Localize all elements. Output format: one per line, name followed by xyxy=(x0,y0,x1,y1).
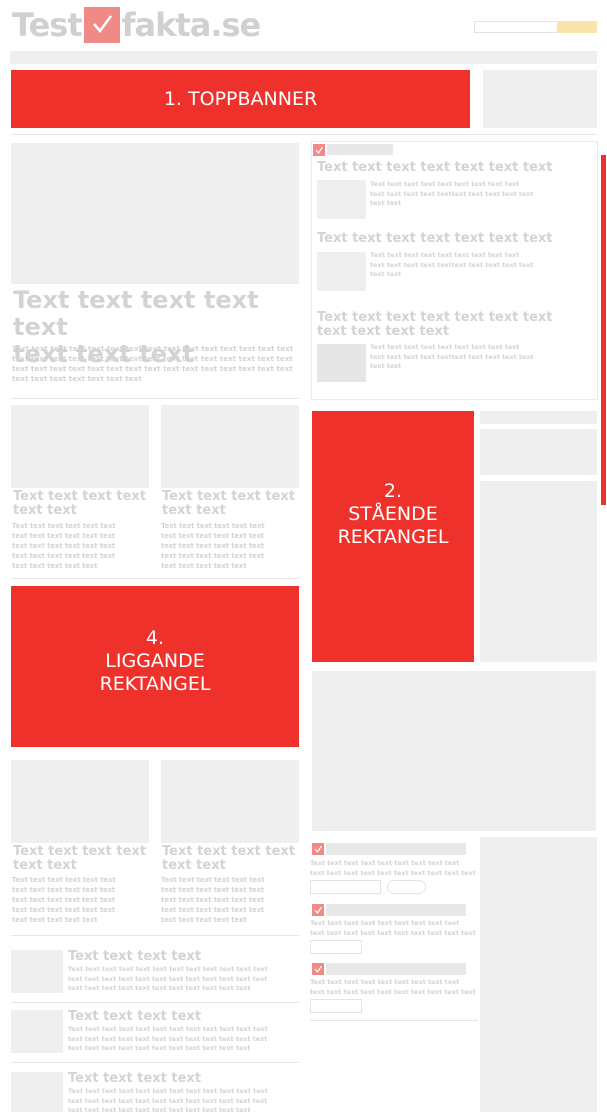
lying-rectangle-ad[interactable]: 4. LIGGANDE REKTANGEL xyxy=(11,586,299,747)
card-title[interactable]: Text text text text text text xyxy=(13,490,153,518)
list-item-title[interactable]: Text text text text xyxy=(68,1072,298,1086)
card-body: Text text text text text text text text … xyxy=(161,876,265,924)
sidebar-news-thumb[interactable] xyxy=(317,252,366,291)
side-ad-tall[interactable] xyxy=(480,481,597,662)
top-side-ad[interactable] xyxy=(483,70,597,128)
lying-rectangle-label-3: REKTANGEL xyxy=(99,673,211,695)
standing-rectangle-label-1: 2. xyxy=(383,480,403,502)
divider xyxy=(11,935,299,936)
divider xyxy=(11,1002,299,1003)
search-input[interactable] xyxy=(474,21,559,33)
list-item-body: Text text text text text text text text … xyxy=(68,1025,268,1052)
check-icon xyxy=(313,144,325,156)
list-item-thumb[interactable] xyxy=(11,1010,63,1053)
widget-text: Text text text text text text text text … xyxy=(310,859,476,877)
list-item-thumb[interactable] xyxy=(11,1072,63,1112)
list-item-title[interactable]: Text text text text xyxy=(68,1010,298,1024)
widget-header xyxy=(326,963,466,975)
standing-rectangle-ad[interactable]: 2. STÅENDE REKTANGEL xyxy=(312,411,474,662)
sidebar-news-thumb[interactable] xyxy=(317,180,366,219)
top-banner-label: 1. TOPPBANNER xyxy=(163,88,318,110)
search-button[interactable] xyxy=(557,21,597,33)
sidebar-news-header xyxy=(327,144,393,155)
widget-header xyxy=(326,843,466,855)
widget-text: Text text text text text text text text … xyxy=(310,919,476,937)
list-item-title[interactable]: Text text text text xyxy=(68,950,298,964)
check-icon xyxy=(83,7,120,43)
card-title[interactable]: Text text text text text text xyxy=(162,845,302,873)
list-item-thumb[interactable] xyxy=(11,950,63,993)
divider xyxy=(11,1062,299,1063)
widget-input[interactable] xyxy=(310,880,381,894)
card-image[interactable] xyxy=(161,760,299,843)
main-article-image[interactable] xyxy=(11,143,299,284)
widget-header xyxy=(326,904,466,916)
divider xyxy=(11,578,299,579)
site-logo[interactable]: Test fakta.se xyxy=(12,4,262,46)
nav-bar[interactable] xyxy=(10,51,597,64)
widget-text: Text text text text text text text text … xyxy=(310,978,476,996)
side-ad-small[interactable] xyxy=(480,411,597,424)
bottom-right-ad[interactable] xyxy=(480,837,597,1112)
card-title[interactable]: Text text text text text text xyxy=(13,845,153,873)
card-body: Text text text text text text text text … xyxy=(12,876,116,924)
side-ad-small[interactable] xyxy=(480,429,597,475)
scrollbar[interactable] xyxy=(601,155,606,505)
lying-rectangle-label-2: LIGGANDE xyxy=(105,650,205,672)
card-image[interactable] xyxy=(11,760,149,843)
standing-rectangle-label-2: STÅENDE xyxy=(348,503,438,525)
logo-text-left: Test xyxy=(12,6,83,44)
mid-right-ad[interactable] xyxy=(312,671,596,831)
check-icon xyxy=(312,904,324,916)
check-icon xyxy=(312,963,324,975)
card-body: Text text text text text text text text … xyxy=(12,522,116,570)
widget-button[interactable] xyxy=(387,880,426,894)
widget-input[interactable] xyxy=(310,999,362,1013)
divider xyxy=(11,398,299,399)
sidebar-news-body: Text text text text text text text text … xyxy=(370,251,534,278)
main-article-body: Text text text text text text text text … xyxy=(12,344,294,383)
list-item-body: Text text text text text text text text … xyxy=(68,1087,268,1112)
sidebar-news-title[interactable]: Text text text text text text text xyxy=(317,232,592,246)
divider xyxy=(310,1020,478,1021)
sidebar-news-thumb[interactable] xyxy=(317,344,366,382)
sidebar-news-title[interactable]: Text text text text text text text xyxy=(317,161,592,175)
widget-input[interactable] xyxy=(310,940,362,954)
list-item-body: Text text text text text text text text … xyxy=(68,965,268,992)
sidebar-news-title[interactable]: Text text text text text text text text … xyxy=(317,311,592,339)
lying-rectangle-label-1: 4. xyxy=(145,627,165,649)
card-image[interactable] xyxy=(161,405,299,488)
card-body: Text text text text text text text text … xyxy=(161,522,265,570)
sidebar-news-body: Text text text text text text text text … xyxy=(370,180,534,207)
card-image[interactable] xyxy=(11,405,149,488)
card-title[interactable]: Text text text text text text xyxy=(162,490,302,518)
top-banner[interactable]: 1. TOPPBANNER xyxy=(11,70,470,128)
check-icon xyxy=(312,843,324,855)
logo-text-right: fakta.se xyxy=(121,6,262,44)
sidebar-news-body: Text text text text text text text text … xyxy=(370,343,534,370)
divider xyxy=(11,134,597,135)
standing-rectangle-label-3: REKTANGEL xyxy=(337,526,449,548)
